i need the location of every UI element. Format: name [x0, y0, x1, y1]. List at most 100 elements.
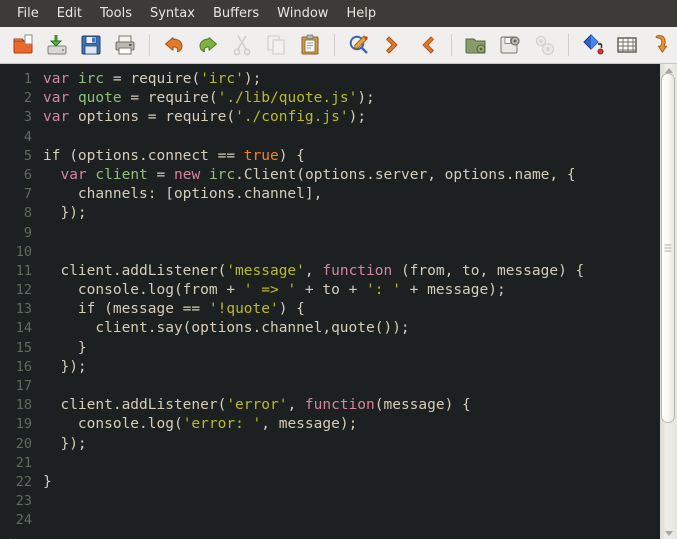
line-content: var options = require('./config.js'); — [43, 109, 367, 126]
code-line: 21 — [0, 454, 659, 473]
line-number: 9 — [23, 224, 32, 241]
line-content: var client = new irc.Client(options.serv… — [60, 166, 576, 183]
line-content: client.addListener('error', function(mes… — [43, 397, 471, 414]
line-number: 7 — [23, 186, 32, 203]
end-of-buffer-marker: ~ — [0, 531, 659, 539]
line-number: 3 — [23, 109, 32, 126]
menu-buffers[interactable]: Buffers — [204, 0, 268, 27]
run-script-icon — [530, 31, 558, 59]
line-number: 8 — [23, 205, 32, 222]
line-number: 20 — [15, 435, 32, 452]
print-icon[interactable] — [111, 31, 139, 59]
make-icon[interactable] — [579, 31, 607, 59]
line-content: channels: [options.channel], — [43, 186, 323, 203]
menu-window[interactable]: Window — [268, 0, 337, 27]
line-number: 22 — [15, 473, 32, 490]
menu-syntax[interactable]: Syntax — [141, 0, 204, 27]
line-content: var quote = require('./lib/quote.js'); — [43, 90, 375, 107]
line-content: console.log(from + ' => ' + to + ': ' + … — [43, 282, 506, 299]
code-line: 20 }); — [0, 435, 659, 454]
line-content: }); — [43, 358, 87, 375]
code-line: 23 — [0, 492, 659, 511]
menu-tools[interactable]: Tools — [91, 0, 141, 27]
paste-icon[interactable] — [296, 31, 324, 59]
save-session-icon[interactable] — [496, 31, 524, 59]
line-number: 12 — [15, 282, 32, 299]
toolbar-separator — [149, 34, 150, 56]
line-number: 13 — [15, 301, 32, 318]
line-content: client.say(options.channel,quote()); — [43, 320, 410, 337]
code-line: 22} — [0, 473, 659, 492]
load-session-icon[interactable] — [462, 31, 490, 59]
line-number: 5 — [23, 147, 32, 164]
find-previous-icon[interactable] — [413, 31, 441, 59]
menu-edit[interactable]: Edit — [48, 0, 91, 27]
line-number: 17 — [15, 378, 32, 394]
menu-file[interactable]: File — [8, 0, 48, 27]
line-number: 6 — [23, 166, 32, 183]
code-line: 7 channels: [options.channel], — [0, 185, 659, 204]
vertical-scrollbar[interactable] — [659, 64, 677, 539]
line-content: if (options.connect == true) { — [43, 147, 305, 164]
code-line: 1 var irc = require('irc'); — [0, 70, 659, 89]
line-number: 4 — [23, 128, 32, 145]
line-content: }); — [43, 205, 87, 222]
code-line: 15 } — [0, 339, 659, 358]
line-number: 11 — [15, 262, 32, 279]
menu-help[interactable]: Help — [337, 0, 385, 27]
line-content: } — [43, 339, 87, 356]
menu-bar: File Edit Tools Syntax Buffers Window Help — [0, 0, 677, 27]
cut-icon — [228, 31, 256, 59]
line-content: }); — [43, 435, 87, 452]
undo-icon[interactable] — [160, 31, 188, 59]
toolbar-separator — [451, 34, 452, 56]
save-file-icon[interactable] — [77, 31, 105, 59]
code-line: 8 }); — [0, 204, 659, 223]
copy-icon — [262, 31, 290, 59]
scrollbar-grip-icon — [664, 244, 672, 252]
line-number: 18 — [15, 397, 32, 414]
line-content: if (message == '!quote') { — [43, 301, 305, 318]
line-number: 19 — [15, 416, 32, 433]
shell-icon[interactable] — [613, 31, 641, 59]
line-content: client.addListener('message', function (… — [43, 262, 585, 279]
code-line: 10 — [0, 243, 659, 262]
code-line: 5 if (options.connect == true) { — [0, 147, 659, 166]
line-content: var irc = require('irc'); — [43, 71, 262, 87]
code-line: 11 client.addListener('message', functio… — [0, 262, 659, 281]
line-number: 10 — [15, 243, 32, 260]
toolbar-separator — [334, 34, 335, 56]
line-number: 24 — [15, 512, 32, 529]
line-number: 14 — [15, 320, 32, 337]
code-line: 12 console.log(from + ' => ' + to + ': '… — [0, 281, 659, 300]
code-line: 9 — [0, 224, 659, 243]
code-line: 13 if (message == '!quote') { — [0, 300, 659, 319]
code-line: 16 }); — [0, 358, 659, 377]
code-line: 19 console.log('error: ', message); — [0, 415, 659, 434]
open-file-icon[interactable] — [43, 31, 71, 59]
line-number: 2 — [23, 90, 32, 107]
line-content: console.log('error: ', message); — [43, 416, 358, 433]
toolbar-separator — [568, 34, 569, 56]
code-text-area[interactable]: 1 var irc = require('irc'); 2 var quote = r… — [0, 64, 659, 539]
code-line: 17 — [0, 377, 659, 396]
line-number: 15 — [15, 339, 32, 356]
code-line: 6 var client = new irc.Client(options.se… — [0, 166, 659, 185]
find-next-icon[interactable] — [379, 31, 407, 59]
scrollbar-thumb[interactable] — [661, 73, 675, 423]
find-icon[interactable] — [345, 31, 373, 59]
line-number: 21 — [15, 454, 32, 471]
new-file-icon[interactable] — [9, 31, 37, 59]
code-line: 4 — [0, 128, 659, 147]
scroll-down-arrow-icon[interactable] — [660, 527, 677, 539]
line-number: 23 — [15, 493, 32, 510]
code-line: 14 client.say(options.channel,quote()); — [0, 319, 659, 338]
line-content: } — [43, 473, 52, 490]
run-icon[interactable] — [647, 31, 675, 59]
code-line: 2 var quote = require('./lib/quote.js'); — [0, 89, 659, 108]
toolbar — [0, 27, 677, 64]
line-number: 16 — [15, 358, 32, 375]
code-line: 18 client.addListener('error', function(… — [0, 396, 659, 415]
redo-icon[interactable] — [194, 31, 222, 59]
code-line: 24 — [0, 511, 659, 530]
